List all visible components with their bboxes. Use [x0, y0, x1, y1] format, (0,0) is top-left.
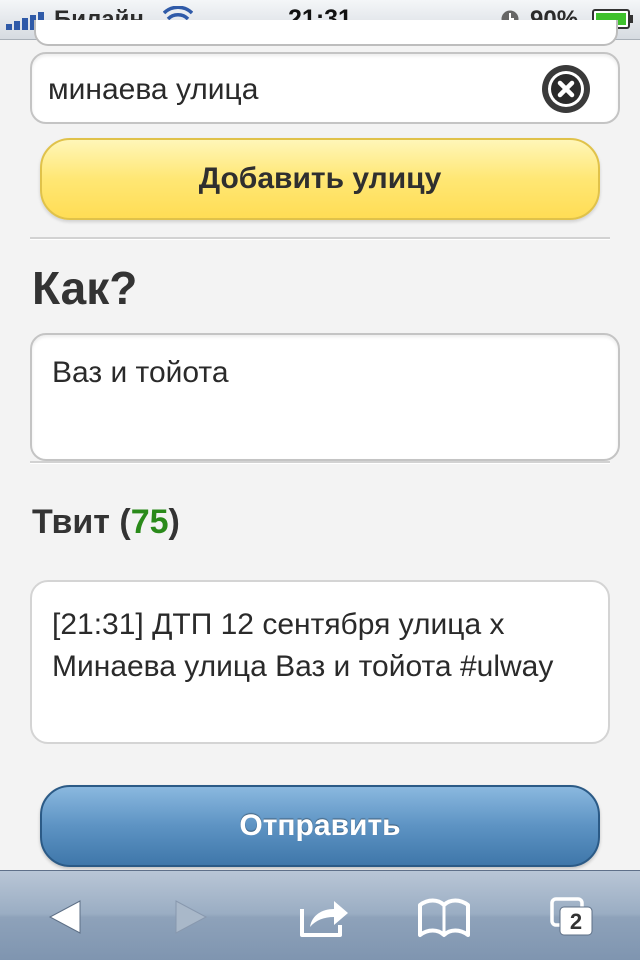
previous-field[interactable]	[34, 20, 618, 46]
tweet-text: [21:31] ДТП 12 сентября улица х Минаева …	[52, 608, 554, 683]
tabs-count: 2	[570, 909, 582, 934]
how-textarea[interactable]: Ваз и тойота	[30, 333, 620, 461]
forward-button[interactable]	[162, 893, 218, 941]
tabs-icon: 2	[550, 897, 593, 936]
street-input-value: минаева улица	[48, 73, 259, 106]
forward-icon	[175, 900, 208, 934]
tweet-heading: Твит (75)	[32, 503, 180, 541]
divider	[30, 461, 610, 464]
share-button[interactable]	[296, 893, 352, 941]
back-button[interactable]	[38, 893, 94, 941]
street-input[interactable]: минаева улица	[30, 52, 620, 124]
tweet-label: Твит	[32, 503, 110, 541]
tweet-preview[interactable]: [21:31] ДТП 12 сентября улица х Минаева …	[30, 580, 610, 744]
send-button[interactable]: Отправить	[40, 785, 600, 867]
add-street-button[interactable]: Добавить улицу	[40, 138, 600, 220]
tweet-char-count: 75	[130, 503, 169, 541]
tabs-button[interactable]: 2	[546, 893, 602, 941]
clear-icon[interactable]	[540, 63, 592, 115]
bookmarks-button[interactable]	[416, 893, 472, 941]
share-icon	[300, 901, 348, 937]
divider	[30, 237, 610, 240]
browser-toolbar: 2	[0, 870, 640, 960]
how-textarea-value: Ваз и тойота	[52, 356, 229, 389]
how-heading: Как?	[32, 262, 138, 314]
bookmarks-icon	[418, 898, 470, 937]
back-icon	[48, 900, 81, 934]
